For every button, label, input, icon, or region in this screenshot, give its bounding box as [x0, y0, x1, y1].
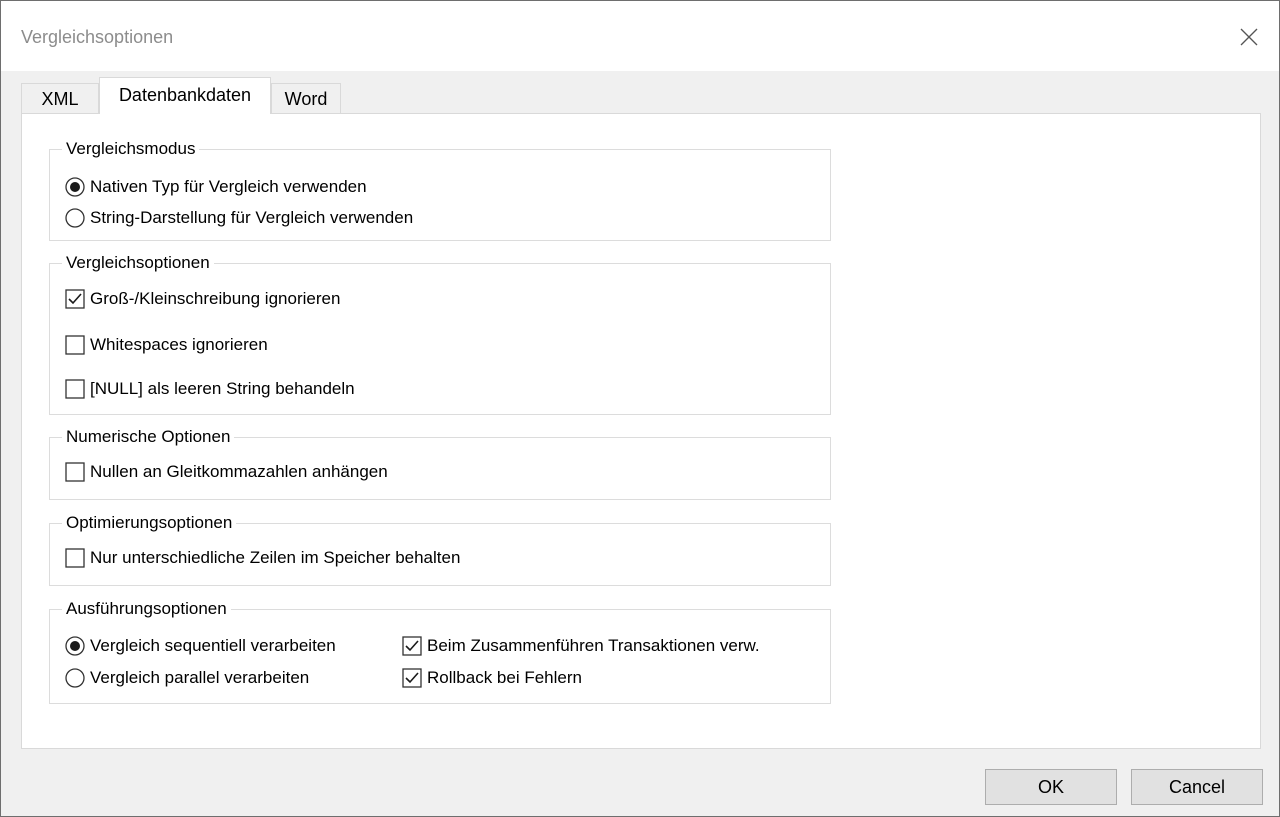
cancel-button[interactable]: Cancel — [1131, 769, 1263, 805]
checkbox-icon — [402, 636, 422, 656]
group-legend: Optimierungsoptionen — [62, 512, 237, 534]
checkbox-icon — [402, 668, 422, 688]
group-legend: Vergleichsoptionen — [62, 252, 214, 274]
checkbox-transaktionen[interactable]: Beim Zusammenführen Transaktionen verw. — [401, 634, 760, 658]
checkbox-nur-unterschiedliche[interactable]: Nur unterschiedliche Zeilen im Speicher … — [64, 546, 460, 570]
radio-icon — [65, 636, 85, 656]
checkbox-whitespaces[interactable]: Whitespaces ignorieren — [64, 333, 268, 357]
checkbox-icon — [65, 335, 85, 355]
radio-icon — [65, 177, 85, 197]
checkbox-icon — [65, 379, 85, 399]
group-legend: Numerische Optionen — [62, 426, 235, 448]
group-vergleichsoptionen: Vergleichsoptionen Groß-/Kleinschreibung… — [49, 252, 831, 415]
checkbox-rollback[interactable]: Rollback bei Fehlern — [401, 666, 582, 690]
radio-sequentiell[interactable]: Vergleich sequentiell verarbeiten — [64, 634, 336, 658]
checkbox-nullen-anhaengen[interactable]: Nullen an Gleitkommazahlen anhängen — [64, 460, 388, 484]
dialog-window: Vergleichsoptionen XML Datenbankdaten Wo… — [0, 0, 1280, 817]
close-button[interactable] — [1229, 17, 1269, 57]
dialog-title: Vergleichsoptionen — [21, 27, 174, 47]
group-legend: Ausführungsoptionen — [62, 598, 231, 620]
checkbox-label: [NULL] als leeren String behandeln — [90, 379, 355, 398]
checkbox-label: Rollback bei Fehlern — [427, 668, 582, 687]
checkbox-label: Nullen an Gleitkommazahlen anhängen — [90, 462, 388, 481]
checkbox-icon — [65, 462, 85, 482]
checkbox-label: Nur unterschiedliche Zeilen im Speicher … — [90, 548, 461, 567]
checkbox-icon — [65, 289, 85, 309]
tab-panel-datenbankdaten: Vergleichsmodus Nativen Typ für Vergleic… — [21, 113, 1261, 749]
group-numerische-optionen: Numerische Optionen Nullen an Gleitkomma… — [49, 426, 831, 500]
tab-strip: XML Datenbankdaten Word — [21, 77, 1261, 114]
tab-word[interactable]: Word — [271, 83, 341, 113]
tab-datenbankdaten[interactable]: Datenbankdaten — [99, 77, 271, 114]
checkbox-label: Groß-/Kleinschreibung ignorieren — [90, 289, 341, 308]
group-ausfuehrungsoptionen: Ausführungsoptionen Vergleich sequentiel… — [49, 598, 831, 704]
radio-string-darstellung[interactable]: String-Darstellung für Vergleich verwend… — [64, 206, 413, 230]
radio-label: Vergleich parallel verarbeiten — [90, 668, 310, 687]
title-bar: Vergleichsoptionen — [1, 1, 1279, 71]
group-legend: Vergleichsmodus — [62, 138, 200, 160]
group-optimierungsoptionen: Optimierungsoptionen Nur unterschiedlich… — [49, 512, 831, 586]
radio-label: String-Darstellung für Vergleich verwend… — [90, 208, 414, 227]
radio-parallel[interactable]: Vergleich parallel verarbeiten — [64, 666, 309, 690]
radio-icon — [65, 668, 85, 688]
checkbox-gross-klein[interactable]: Groß-/Kleinschreibung ignorieren — [64, 287, 340, 311]
radio-label: Nativen Typ für Vergleich verwenden — [90, 177, 367, 196]
tab-xml[interactable]: XML — [21, 83, 99, 113]
checkbox-label: Beim Zusammenführen Transaktionen verw. — [427, 636, 760, 655]
radio-label: Vergleich sequentiell verarbeiten — [90, 636, 336, 655]
radio-icon — [65, 208, 85, 228]
ok-button[interactable]: OK — [985, 769, 1117, 805]
radio-nativen-typ[interactable]: Nativen Typ für Vergleich verwenden — [64, 175, 367, 199]
checkbox-icon — [65, 548, 85, 568]
checkbox-label: Whitespaces ignorieren — [90, 335, 268, 354]
checkbox-null-leerer-string[interactable]: [NULL] als leeren String behandeln — [64, 377, 355, 401]
close-icon — [1240, 28, 1258, 46]
group-vergleichsmodus: Vergleichsmodus Nativen Typ für Vergleic… — [49, 138, 831, 241]
